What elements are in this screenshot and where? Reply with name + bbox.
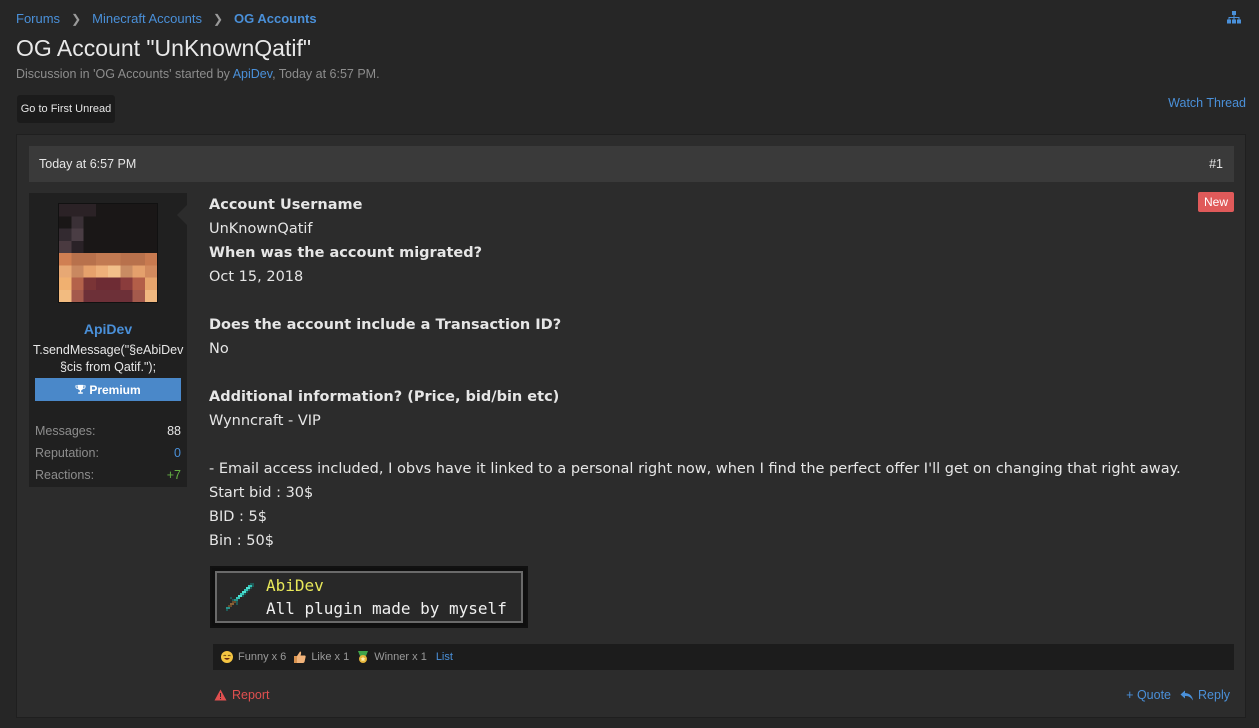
stat-messages: Messages: 88 [29, 420, 187, 442]
post-line: Does the account include a Transaction I… [209, 317, 562, 333]
post-line: Account Username [209, 197, 363, 213]
avatar[interactable] [58, 203, 158, 303]
funny-icon [221, 651, 233, 663]
sitemap-icon[interactable] [1227, 11, 1241, 24]
report-link[interactable]: Report [214, 688, 270, 702]
premium-badge: Premium [35, 378, 181, 401]
avatar-pixel-image [59, 204, 157, 302]
username-link[interactable]: ApiDev [29, 321, 187, 337]
user-stats: Messages: 88 Reputation: 0 Reactions: +7 [29, 420, 187, 486]
post-line: No [209, 341, 229, 357]
signature-frame [210, 566, 528, 628]
like-icon [294, 651, 306, 663]
first-unread-button[interactable]: Go to First Unread [17, 95, 115, 123]
post-line: BID : 5$ [209, 509, 267, 525]
reaction-like[interactable]: Like x 1 [293, 650, 349, 664]
post-line: UnKnownQatif [209, 221, 313, 237]
meta-prefix: Discussion in 'OG Accounts' started by [16, 67, 230, 81]
quote-button[interactable]: + Quote [1126, 688, 1171, 702]
diamond-sword-icon [226, 583, 254, 611]
reaction-label: Funny x 6 [238, 651, 287, 663]
post-date[interactable]: Today at 6:57 PM [39, 157, 136, 171]
stat-label: Reputation: [35, 446, 99, 460]
signature-name: AbiDev [266, 576, 324, 595]
stat-reactions: Reactions: +7 [29, 464, 187, 486]
user-card-arrow [177, 205, 187, 225]
breadcrumb-forums[interactable]: Forums [16, 11, 60, 26]
breadcrumb: Forums ❯ Minecraft Accounts ❯ OG Account… [16, 11, 317, 26]
stat-label: Messages: [35, 424, 96, 438]
trophy-icon [75, 384, 86, 394]
post-line: Oct 15, 2018 [209, 269, 304, 285]
post-line: Start bid : 30$ [209, 485, 314, 501]
chevron-right-icon: ❯ [212, 11, 224, 26]
post-header: Today at 6:57 PM #1 [29, 146, 1234, 182]
report-label: Report [232, 688, 270, 702]
post-line: - Email access included, I obvs have it … [209, 461, 1181, 477]
signature-banner: AbiDev All plugin made by myself [210, 566, 528, 628]
post-line: Bin : 50$ [209, 533, 274, 549]
stat-value: +7 [166, 468, 181, 482]
reply-label: Reply [1198, 688, 1230, 702]
watch-thread-link[interactable]: Watch Thread [1168, 96, 1246, 110]
reactions-list-link[interactable]: List [436, 651, 453, 663]
breadcrumb-minecraft-accounts[interactable]: Minecraft Accounts [92, 11, 202, 26]
reactions-bar: Funny x 6 Like x 1 Winner x 1 List [213, 644, 1234, 670]
post-number[interactable]: #1 [1209, 157, 1223, 171]
meta-suffix: , Today at 6:57 PM. [272, 67, 380, 81]
thread-meta: Discussion in 'OG Accounts' started by A… [16, 67, 380, 81]
winner-icon [358, 651, 369, 663]
reaction-label: Like x 1 [311, 651, 350, 663]
premium-label: Premium [89, 382, 141, 397]
reaction-funny[interactable]: Funny x 6 [220, 650, 286, 664]
post-container: Today at 6:57 PM #1 ApiDev T.sendMessage… [16, 134, 1246, 718]
reply-button[interactable]: Reply [1180, 688, 1230, 702]
breadcrumb-og-accounts[interactable]: OG Accounts [234, 11, 317, 26]
post-line: Additional information? (Price, bid/bin … [209, 389, 560, 405]
page-title: OG Account "UnKnownQatif" [16, 35, 312, 61]
reaction-label: Winner x 1 [374, 651, 427, 663]
stat-value[interactable]: 0 [174, 446, 181, 460]
chevron-right-icon: ❯ [71, 11, 82, 26]
reaction-winner[interactable]: Winner x 1 [356, 650, 427, 664]
user-title: T.sendMessage("§eAbiDev §cis from Qatif.… [33, 343, 184, 374]
user-card: ApiDev T.sendMessage("§eAbiDev §cis from… [29, 193, 187, 487]
author-link[interactable]: ApiDev [233, 67, 272, 81]
stat-label: Reactions: [35, 468, 95, 482]
post-line: Wynncraft - VIP [209, 413, 321, 429]
stat-value[interactable]: 88 [167, 424, 181, 438]
warning-icon [214, 689, 227, 701]
reply-arrow-icon [1180, 690, 1194, 700]
signature-text: All plugin made by myself [266, 599, 507, 618]
stat-reputation: Reputation: 0 [29, 442, 187, 464]
post-body: Account Username UnKnownQatif When was t… [209, 193, 1209, 553]
post-line: When was the account migrated? [209, 245, 483, 261]
